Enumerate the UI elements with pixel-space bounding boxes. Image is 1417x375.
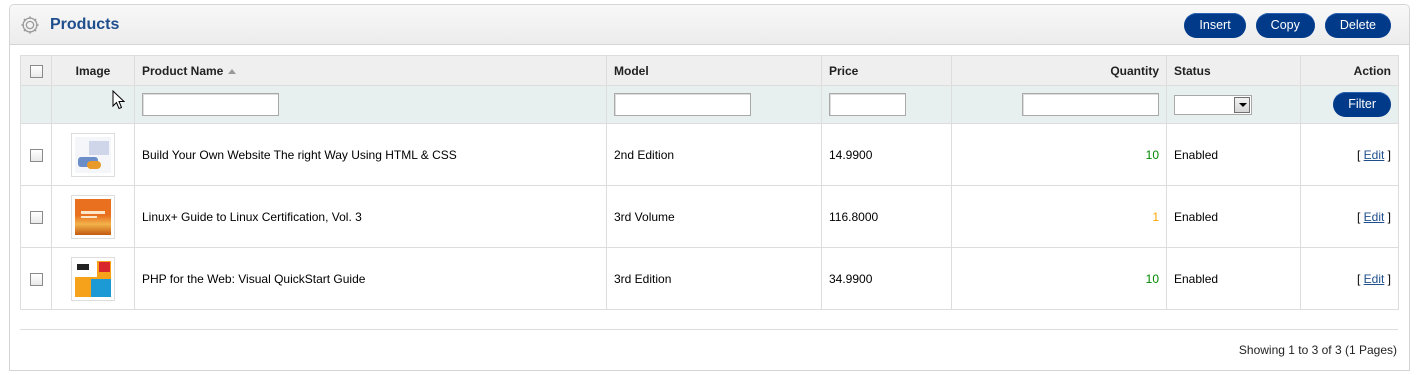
row-action-cell: [ Edit ] [1300,123,1399,186]
select-all-cell [20,55,52,86]
row-select-cell [20,123,52,186]
filter-cell-name [134,85,607,124]
row-checkbox[interactable] [29,210,43,224]
filter-button[interactable]: Filter [1333,92,1391,117]
column-header-status[interactable]: Status [1166,55,1301,86]
filter-cell-quantity [951,85,1167,124]
column-header-product-name-label[interactable]: Product Name [142,64,223,78]
product-quantity: 10 [951,247,1167,310]
filter-name-input[interactable] [142,93,279,116]
products-panel: Products Insert Copy Delete Image Produc… [9,4,1410,371]
edit-bracket-open: [ [1356,271,1364,286]
product-thumbnail[interactable] [71,256,115,301]
product-status: Enabled [1166,247,1301,310]
filter-cell-price [821,85,952,124]
product-thumbnail[interactable] [71,132,115,177]
product-name: Build Your Own Website The right Way Usi… [134,123,607,186]
filter-status-select[interactable] [1174,94,1252,115]
product-status: Enabled [1166,185,1301,248]
copy-button[interactable]: Copy [1255,13,1315,38]
row-select-cell [20,185,52,248]
edit-bracket-close: ] [1384,147,1391,162]
row-image-cell [51,185,135,248]
sort-ascending-icon [228,68,237,74]
page-title: Products [50,16,120,33]
filter-cell-empty [20,85,52,124]
column-header-image: Image [51,55,135,86]
column-header-quantity[interactable]: Quantity [951,55,1167,86]
product-price: 116.8000 [821,185,952,248]
book-cover-linux-icon [75,198,111,235]
edit-bracket-close: ] [1384,209,1391,224]
product-model: 2nd Edition [606,123,822,186]
column-header-action: Action [1300,55,1399,86]
edit-link[interactable]: Edit [1364,210,1385,224]
chevron-down-icon[interactable] [1234,96,1250,113]
mouse-pointer-icon [112,90,126,110]
row-select-cell [20,247,52,310]
filter-model-input[interactable] [614,93,751,116]
book-cover-php-icon [75,260,111,297]
row-image-cell [51,247,135,310]
pagination-summary: Showing 1 to 3 of 3 (1 Pages) [1238,343,1397,357]
pagination-divider [20,329,1398,330]
column-header-product-name[interactable]: Product Name [134,55,607,86]
edit-link[interactable]: Edit [1364,272,1385,286]
product-model: 3rd Edition [606,247,822,310]
filter-quantity-input[interactable] [1022,93,1159,116]
row-action-cell: [ Edit ] [1300,247,1399,310]
row-image-cell [51,123,135,186]
panel-heading: Products Insert Copy Delete [10,5,1409,45]
row-action-cell: [ Edit ] [1300,185,1399,248]
column-header-price[interactable]: Price [821,55,952,86]
toolbar: Insert Copy Delete [1184,13,1391,38]
product-name: Linux+ Guide to Linux Certification, Vol… [134,185,607,248]
product-quantity: 10 [951,123,1167,186]
edit-bracket-close: ] [1384,271,1391,286]
filter-cell-action: Filter [1300,85,1399,124]
delete-button[interactable]: Delete [1324,13,1391,38]
row-checkbox[interactable] [29,148,43,162]
row-checkbox[interactable] [29,272,43,286]
select-all-checkbox[interactable] [29,64,43,78]
table-row: PHP for the Web: Visual QuickStart Guide… [20,247,1399,310]
edit-link[interactable]: Edit [1364,148,1385,162]
column-header-model[interactable]: Model [606,55,822,86]
insert-button[interactable]: Insert [1184,13,1246,38]
table-header-row: Image Product Name Model Price Quantity … [20,55,1399,86]
filter-price-input[interactable] [829,93,906,116]
product-price: 14.9900 [821,123,952,186]
edit-bracket-open: [ [1356,209,1364,224]
product-list: Image Product Name Model Price Quantity … [20,55,1399,310]
gear-icon [21,16,39,34]
products-table: Image Product Name Model Price Quantity … [20,55,1399,310]
product-price: 34.9900 [821,247,952,310]
book-cover-website-icon [75,136,111,173]
product-status: Enabled [1166,123,1301,186]
product-quantity: 1 [951,185,1167,248]
table-row: Build Your Own Website The right Way Usi… [20,123,1399,186]
product-name: PHP for the Web: Visual QuickStart Guide [134,247,607,310]
product-model: 3rd Volume [606,185,822,248]
filter-cell-model [606,85,822,124]
filter-cell-status [1166,85,1301,124]
edit-bracket-open: [ [1356,147,1364,162]
product-thumbnail[interactable] [71,194,115,239]
table-row: Linux+ Guide to Linux Certification, Vol… [20,185,1399,248]
filter-row: Filter [20,85,1399,124]
